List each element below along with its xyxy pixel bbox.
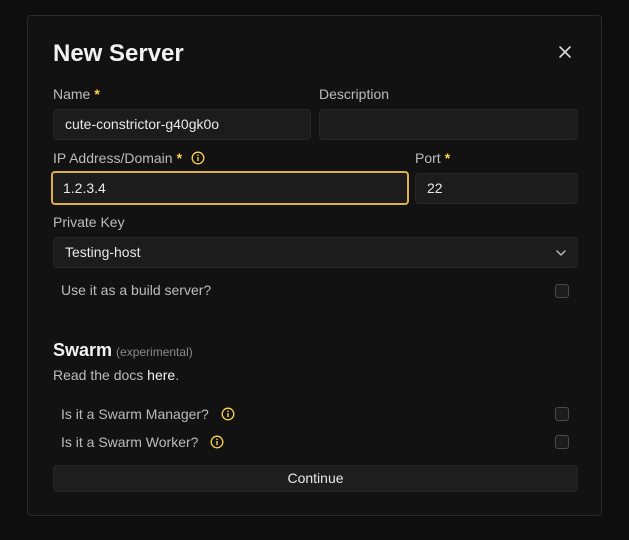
description-label: Description bbox=[319, 86, 390, 102]
swarm-title-text: Swarm bbox=[53, 340, 113, 360]
swarm-worker-label: Is it a Swarm Worker? bbox=[61, 434, 224, 450]
port-label-text: Port bbox=[415, 150, 441, 166]
required-marker: * bbox=[444, 150, 451, 166]
swarm-worker-label-text: Is it a Swarm Worker? bbox=[61, 434, 199, 450]
info-icon[interactable] bbox=[191, 151, 205, 165]
docs-prefix: Read the docs bbox=[53, 367, 148, 383]
swarm-manager-checkbox[interactable] bbox=[555, 407, 569, 421]
close-icon bbox=[559, 46, 571, 58]
swarm-subtitle: (experimental) bbox=[116, 345, 193, 359]
chevron-down-icon bbox=[556, 250, 566, 256]
info-icon[interactable] bbox=[221, 407, 235, 421]
swarm-manager-label: Is it a Swarm Manager? bbox=[61, 406, 235, 422]
private-key-selected: Testing-host bbox=[65, 244, 141, 260]
port-label: Port * bbox=[415, 150, 450, 166]
docs-suffix: . bbox=[175, 367, 180, 383]
name-input[interactable]: cute-constrictor-g40gk0o bbox=[53, 109, 311, 140]
info-icon[interactable] bbox=[210, 435, 224, 449]
ip-label: IP Address/Domain * bbox=[53, 150, 205, 166]
required-marker: * bbox=[176, 150, 183, 166]
private-key-label: Private Key bbox=[53, 214, 125, 230]
swarm-manager-label-text: Is it a Swarm Manager? bbox=[61, 406, 209, 422]
docs-link[interactable]: here bbox=[147, 367, 175, 383]
required-marker: * bbox=[94, 86, 100, 102]
docs-text: Read the docs here. bbox=[53, 367, 179, 383]
close-button[interactable] bbox=[556, 43, 574, 61]
description-input[interactable] bbox=[319, 109, 578, 140]
new-server-modal: New Server Name * cute-constrictor-g40gk0… bbox=[27, 15, 602, 516]
build-server-label: Use it as a build server? bbox=[61, 282, 212, 298]
swarm-section-title: Swarm (experimental) bbox=[53, 340, 193, 361]
name-label: Name * bbox=[53, 86, 100, 102]
port-input[interactable]: 22 bbox=[415, 173, 578, 204]
private-key-select[interactable]: Testing-host bbox=[53, 237, 578, 268]
ip-label-text: IP Address/Domain bbox=[53, 150, 173, 166]
name-label-text: Name bbox=[53, 86, 91, 102]
swarm-worker-checkbox[interactable] bbox=[555, 435, 569, 449]
build-server-checkbox[interactable] bbox=[555, 284, 569, 298]
modal-title: New Server bbox=[53, 40, 184, 67]
ip-input[interactable]: 1.2.3.4 bbox=[51, 171, 409, 205]
continue-button[interactable]: Continue bbox=[53, 465, 578, 492]
